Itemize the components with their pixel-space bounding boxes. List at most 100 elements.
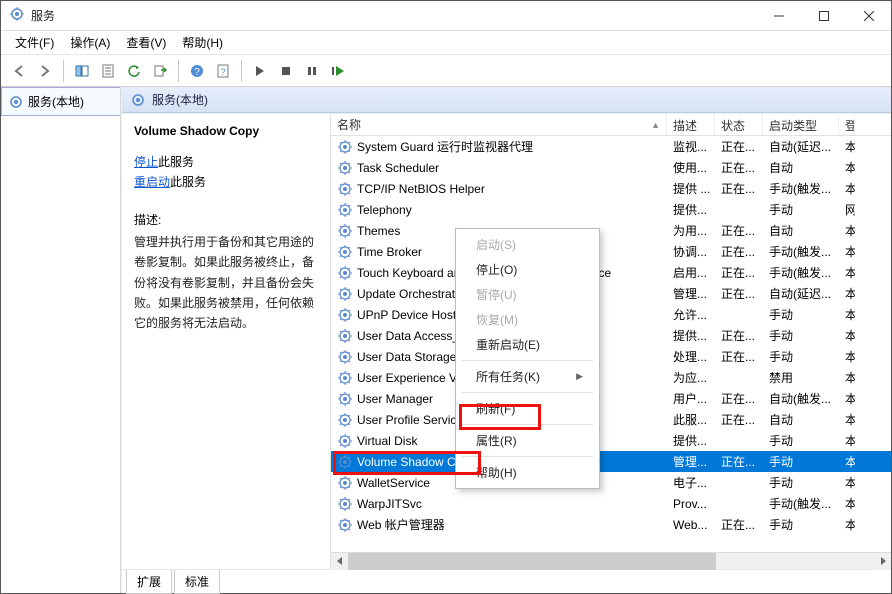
svg-text:?: ? [220,67,225,77]
row-state: 正在... [715,222,763,239]
stop-link[interactable]: 停止 [134,155,158,169]
context-item-label: 所有任务(K) [476,368,540,385]
scroll-right-icon[interactable] [874,553,891,570]
row-name: TCP/IP NetBIOS Helper [357,182,485,196]
table-row[interactable]: Time Broker协调...正在...手动(触发...本 [331,241,891,262]
stop-service-button[interactable] [274,59,298,83]
toolbar-divider [63,60,64,82]
detail-pane: Volume Shadow Copy 停止此服务 重启动此服务 描述: 管理并执… [122,114,330,569]
close-button[interactable] [846,1,891,30]
table-row[interactable]: Web 帐户管理器Web...正在...手动本 [331,514,891,535]
row-state: 正在... [715,411,763,428]
table-row[interactable]: System Guard 运行时监视器代理监视...正在...自动(延迟...本 [331,136,891,157]
maximize-button[interactable] [801,1,846,30]
context-separator [462,360,593,361]
table-row[interactable]: WalletService电子...手动本 [331,472,891,493]
column-startup-type[interactable]: 启动类型 [763,114,839,135]
table-row[interactable]: Themes为用...正在...自动本 [331,220,891,241]
menu-view[interactable]: 查看(V) [118,31,174,54]
list-header: 名称▲ 描述 状态 启动类型 登 [331,114,891,136]
row-login: 本 [839,390,855,407]
row-startup: 自动 [763,411,839,428]
horizontal-scrollbar[interactable] [331,552,891,569]
table-row[interactable]: User Data Storage_3d7d7处理...正在...手动本 [331,346,891,367]
row-startup: 手动(触发... [763,180,839,197]
row-desc: 提供... [667,432,715,449]
table-row[interactable]: WarpJITSvcProv...手动(触发...本 [331,493,891,514]
tab-extended[interactable]: 扩展 [126,570,172,594]
export-button[interactable] [148,59,172,83]
table-row[interactable]: Touch Keyboard and Handwriting Panel Ser… [331,262,891,283]
table-row[interactable]: Task Scheduler使用...正在...自动本 [331,157,891,178]
table-row[interactable]: Volume Shadow Copy管理...正在...手动本 [331,451,891,472]
menu-help[interactable]: 帮助(H) [174,31,231,54]
context-separator [462,392,593,393]
help-button[interactable]: ? [185,59,209,83]
tree-root[interactable]: 服务(本地) [1,87,120,116]
table-row[interactable]: User Experience Virtualization Service为应… [331,367,891,388]
table-row[interactable]: Telephony提供...手动网 [331,199,891,220]
table-row[interactable]: User Data Access_3d7d7提供...正在...手动本 [331,325,891,346]
table-row[interactable]: User Profile Service此服...正在...自动本 [331,409,891,430]
table-row[interactable]: Update Orchestrator Service管理...正在...自动(… [331,283,891,304]
app-icon [9,6,25,25]
context-item[interactable]: 属性(R) [458,428,597,453]
scroll-thumb[interactable] [348,553,716,570]
row-name: Time Broker [357,245,422,259]
properties-button[interactable] [96,59,120,83]
link-suffix: 此服务 [158,155,194,169]
row-login: 本 [839,264,855,281]
tree-root-label: 服务(本地) [28,93,84,110]
row-desc: 管理... [667,285,715,302]
row-desc: 管理... [667,453,715,470]
column-status[interactable]: 状态 [715,114,763,135]
context-item[interactable]: 帮助(H) [458,460,597,485]
selected-service-name: Volume Shadow Copy [134,124,318,138]
context-item-label: 重新启动(E) [476,336,540,353]
gear-icon [8,94,24,110]
row-name: User Profile Service [357,413,463,427]
row-desc: 使用... [667,159,715,176]
row-login: 本 [839,159,855,176]
menu-file[interactable]: 文件(F) [7,31,62,54]
row-startup: 手动(触发... [763,495,839,512]
start-service-button[interactable] [248,59,272,83]
action-links: 停止此服务 重启动此服务 [134,152,318,193]
body: 服务(本地) 服务(本地) Volume Shadow Copy 停止此服务 重… [1,87,891,593]
column-description[interactable]: 描述 [667,114,715,135]
back-button[interactable] [7,59,31,83]
scroll-track[interactable] [348,553,874,570]
row-startup: 手动 [763,201,839,218]
pause-service-button[interactable] [300,59,324,83]
refresh-button[interactable] [122,59,146,83]
menu-action[interactable]: 操作(A) [62,31,118,54]
window-title: 服务 [31,7,756,24]
restart-link[interactable]: 重启动 [134,175,170,189]
table-row[interactable]: TCP/IP NetBIOS Helper提供 ...正在...手动(触发...… [331,178,891,199]
context-item-label: 启动(S) [476,236,516,253]
forward-button[interactable] [33,59,57,83]
help-docs-button[interactable]: ? [211,59,235,83]
restart-service-button[interactable] [326,59,350,83]
scroll-left-icon[interactable] [331,553,348,570]
table-row[interactable]: UPnP Device Host允许...手动本 [331,304,891,325]
context-item[interactable]: 停止(O) [458,257,597,282]
row-state: 正在... [715,243,763,260]
context-item-label: 恢复(M) [476,311,518,328]
table-row[interactable]: User Manager用户...正在...自动(触发...本 [331,388,891,409]
context-item[interactable]: 所有任务(K)▶ [458,364,597,389]
context-menu: 启动(S)停止(O)暂停(U)恢复(M)重新启动(E)所有任务(K)▶刷新(F)… [455,228,600,489]
table-row[interactable]: Virtual Disk提供...手动本 [331,430,891,451]
context-item[interactable]: 刷新(F) [458,396,597,421]
show-hide-tree-button[interactable] [70,59,94,83]
context-item[interactable]: 重新启动(E) [458,332,597,357]
row-state: 正在... [715,285,763,302]
column-login[interactable]: 登 [839,114,855,135]
row-name: Themes [357,224,400,238]
row-login: 本 [839,243,855,260]
minimize-button[interactable] [756,1,801,30]
column-name[interactable]: 名称▲ [331,114,667,135]
row-state: 正在... [715,453,763,470]
row-state: 正在... [715,159,763,176]
tab-standard[interactable]: 标准 [174,570,220,594]
